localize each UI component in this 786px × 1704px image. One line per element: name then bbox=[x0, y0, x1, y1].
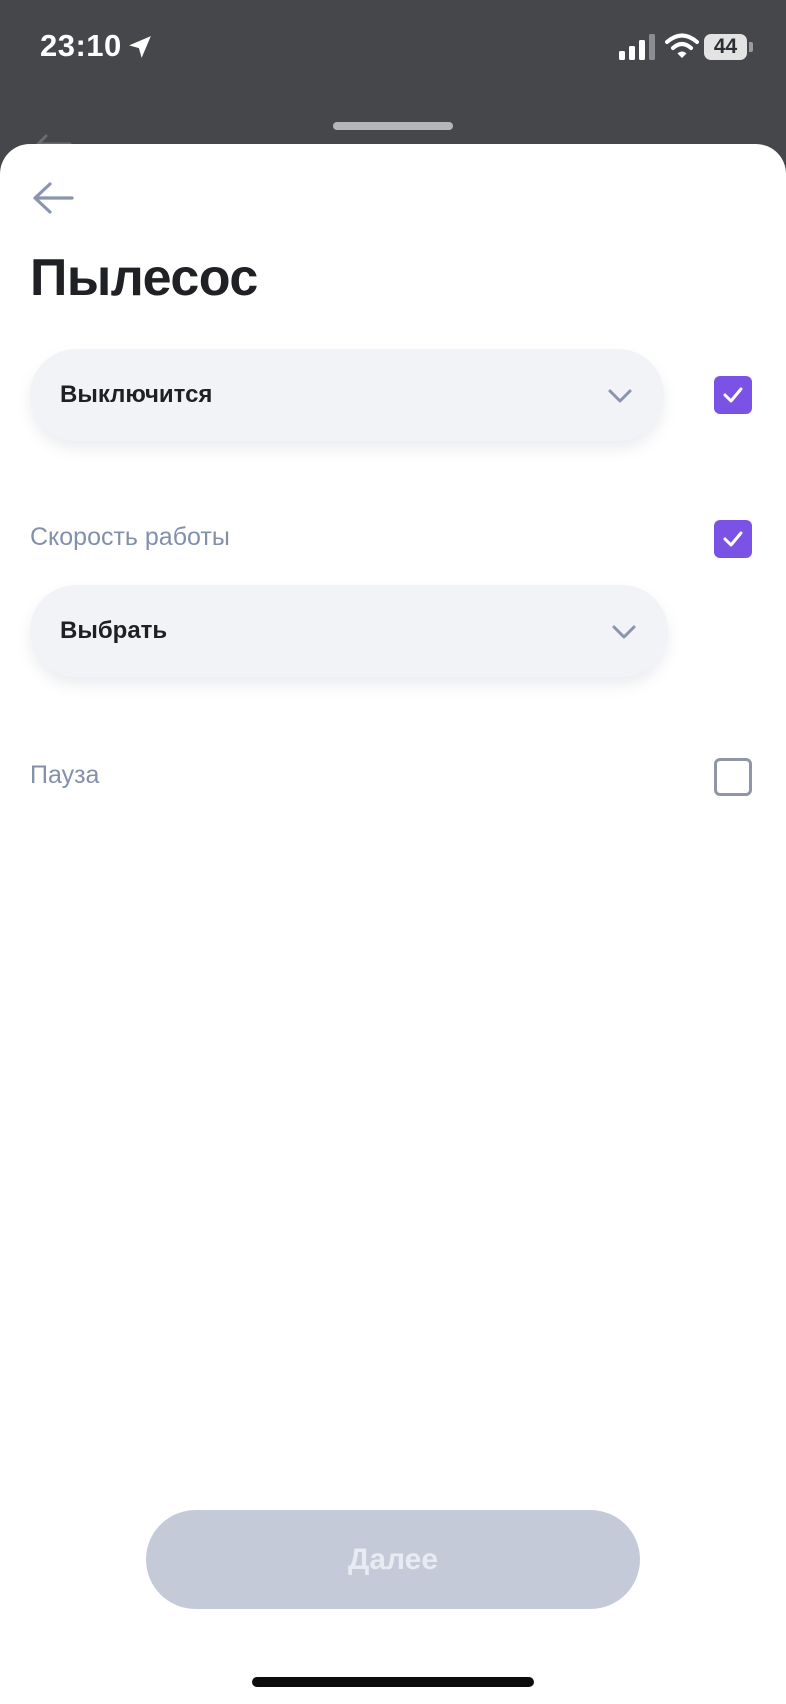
status-bar: 23:10 44 bbox=[0, 0, 786, 100]
home-indicator bbox=[252, 1677, 534, 1687]
battery-icon: 44 bbox=[704, 34, 747, 60]
battery-level: 44 bbox=[713, 35, 738, 58]
page-title: Пылесос bbox=[30, 249, 258, 307]
state-select-value: Выключится bbox=[60, 381, 213, 408]
checkmark-icon bbox=[723, 387, 743, 403]
cellular-signal-icon bbox=[619, 34, 655, 60]
wifi-icon bbox=[665, 33, 699, 58]
speed-select[interactable]: Выбрать bbox=[30, 585, 668, 677]
pause-checkbox[interactable] bbox=[714, 758, 752, 796]
speed-checkbox[interactable] bbox=[714, 520, 752, 558]
back-arrow-icon[interactable] bbox=[30, 178, 76, 218]
speed-select-value: Выбрать bbox=[60, 617, 168, 644]
sheet-grabber[interactable] bbox=[333, 122, 453, 130]
speed-label: Скорость работы bbox=[30, 523, 230, 551]
state-select[interactable]: Выключится bbox=[30, 349, 664, 441]
next-button[interactable]: Далее bbox=[146, 1510, 640, 1609]
status-time: 23:10 bbox=[40, 28, 122, 63]
state-checkbox[interactable] bbox=[714, 376, 752, 414]
chevron-down-icon bbox=[612, 625, 636, 639]
location-arrow-icon bbox=[129, 36, 151, 58]
chevron-down-icon bbox=[608, 389, 632, 403]
checkmark-icon bbox=[723, 531, 743, 547]
pause-label: Пауза bbox=[30, 761, 100, 789]
battery-tip bbox=[749, 42, 753, 52]
